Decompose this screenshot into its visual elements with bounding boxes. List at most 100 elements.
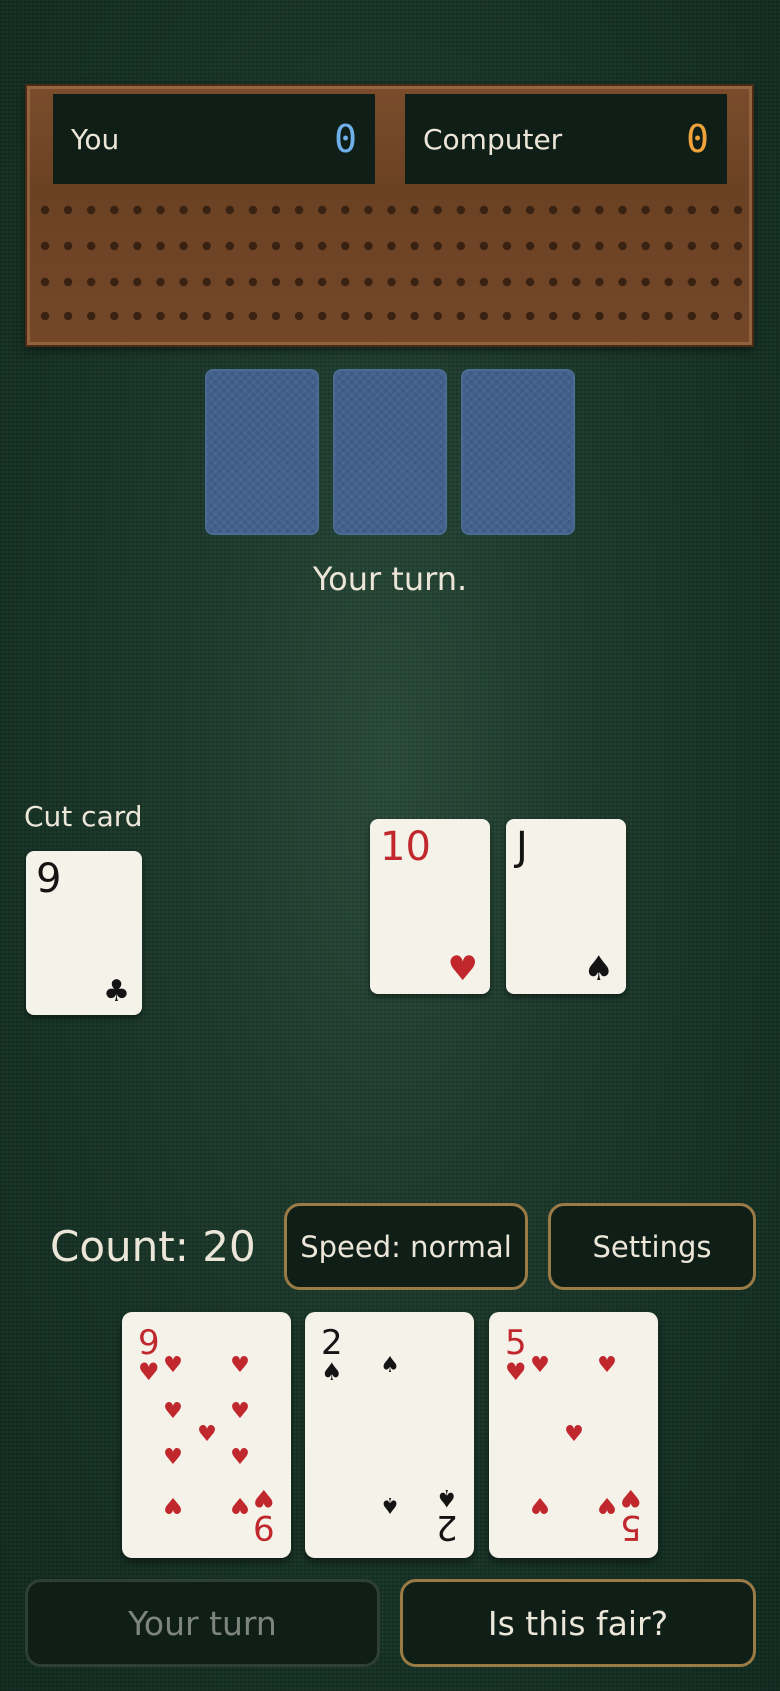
spade-icon: ♠ bbox=[321, 1358, 343, 1386]
peg-hole bbox=[410, 205, 419, 215]
card-rank: 2 bbox=[436, 1507, 458, 1547]
heart-icon: ♥ bbox=[230, 1399, 250, 1424]
peg-hole bbox=[710, 311, 720, 321]
peg-hole bbox=[110, 205, 119, 215]
hand-card-9-hearts[interactable]: 9 ♥ ♥ ♥ ♥ ♥ ♥ ♥ ♥ ♥ ♥ ♥ 9 bbox=[122, 1312, 291, 1558]
settings-button[interactable]: Settings bbox=[548, 1203, 756, 1290]
peg-hole bbox=[572, 241, 581, 251]
card-rank: 5 bbox=[620, 1507, 642, 1547]
peg-hole bbox=[733, 311, 743, 321]
heart-icon: ♥ bbox=[163, 1399, 183, 1424]
peg-hole bbox=[202, 241, 211, 251]
peg-hole bbox=[595, 241, 604, 251]
peg-hole bbox=[572, 205, 581, 215]
peg-hole bbox=[40, 241, 50, 251]
hand-card-2-spades[interactable]: 2 ♠ ♠ ♠ ♠ 2 bbox=[305, 1312, 474, 1558]
peg-hole bbox=[202, 277, 211, 287]
peg-hole bbox=[294, 241, 304, 251]
peg-hole bbox=[433, 311, 442, 321]
card-rank: 9 bbox=[253, 1507, 275, 1547]
peg-hole bbox=[63, 311, 73, 321]
heart-icon: ♥ bbox=[447, 949, 478, 989]
peg-hole bbox=[618, 277, 627, 287]
peg-hole bbox=[410, 241, 419, 251]
peg-hole bbox=[502, 205, 512, 215]
peg-hole bbox=[63, 277, 73, 287]
peg-hole bbox=[549, 311, 558, 321]
pegging-count: Count: 20 bbox=[50, 1222, 256, 1271]
peg-hole bbox=[525, 241, 535, 251]
peg-hole bbox=[525, 205, 535, 215]
heart-icon: ♥ bbox=[230, 1353, 250, 1378]
peg-hole bbox=[595, 311, 604, 321]
cribbage-board: You 0 Computer 0 bbox=[25, 84, 754, 347]
heart-icon: ♥ bbox=[597, 1353, 617, 1378]
peg-hole bbox=[63, 205, 73, 215]
peg-hole bbox=[179, 241, 188, 251]
peg-hole bbox=[318, 311, 327, 321]
cut-card-rank: 9 bbox=[36, 856, 62, 902]
peg-hole bbox=[387, 205, 396, 215]
peg-hole bbox=[271, 241, 281, 251]
peg-holes bbox=[40, 205, 743, 321]
peg-hole bbox=[87, 311, 96, 321]
spade-icon: ♠ bbox=[380, 1353, 400, 1378]
peg-hole bbox=[248, 205, 258, 215]
peg-hole bbox=[271, 277, 281, 287]
computer-card-back bbox=[333, 369, 447, 535]
peg-hole bbox=[156, 311, 165, 321]
peg-hole bbox=[641, 277, 650, 287]
peg-hole bbox=[479, 277, 489, 287]
peg-hole bbox=[641, 311, 650, 321]
peg-hole bbox=[618, 241, 627, 251]
peg-hole bbox=[87, 241, 96, 251]
peg-hole bbox=[664, 205, 673, 215]
peg-hole bbox=[733, 205, 743, 215]
heart-icon: ♥ bbox=[163, 1445, 183, 1470]
peg-hole bbox=[133, 277, 142, 287]
peg-hole bbox=[387, 311, 396, 321]
peg-hole bbox=[664, 277, 673, 287]
peg-hole bbox=[710, 277, 720, 287]
peg-hole bbox=[179, 277, 188, 287]
card-rank: 5 bbox=[505, 1323, 527, 1363]
peg-hole bbox=[456, 241, 465, 251]
peg-hole bbox=[479, 205, 489, 215]
peg-hole bbox=[433, 205, 442, 215]
computer-card-back bbox=[461, 369, 575, 535]
peg-hole bbox=[225, 205, 234, 215]
peg-hole bbox=[133, 205, 142, 215]
card-rank: 2 bbox=[321, 1323, 343, 1363]
peg-hole bbox=[87, 277, 96, 287]
is-this-fair-button[interactable]: Is this fair? bbox=[400, 1579, 756, 1667]
peg-hole bbox=[40, 205, 50, 215]
peg-hole bbox=[364, 241, 373, 251]
peg-hole bbox=[364, 311, 373, 321]
status-message: Your turn. bbox=[312, 560, 468, 598]
peg-hole bbox=[364, 277, 373, 287]
peg-hole bbox=[318, 205, 327, 215]
peg-hole bbox=[710, 241, 720, 251]
peg-hole bbox=[641, 241, 650, 251]
played-card: J ♠ bbox=[506, 819, 626, 994]
peg-hole bbox=[687, 277, 696, 287]
peg-hole bbox=[271, 205, 281, 215]
peg-hole bbox=[341, 241, 350, 251]
peg-hole bbox=[387, 241, 396, 251]
peg-hole bbox=[156, 205, 165, 215]
peg-hole bbox=[110, 311, 119, 321]
peg-hole bbox=[433, 241, 442, 251]
peg-hole bbox=[294, 277, 304, 287]
cut-card-label: Cut card bbox=[24, 800, 143, 833]
peg-hole bbox=[479, 241, 489, 251]
peg-hole bbox=[110, 277, 119, 287]
computer-card-back bbox=[205, 369, 319, 535]
peg-hole bbox=[618, 205, 627, 215]
speed-button[interactable]: Speed: normal bbox=[284, 1203, 528, 1290]
your-turn-button[interactable]: Your turn bbox=[25, 1579, 380, 1667]
peg-hole bbox=[63, 241, 73, 251]
hand-card-5-hearts[interactable]: 5 ♥ ♥ ♥ ♥ ♥ ♥ ♥ 5 bbox=[489, 1312, 658, 1558]
peg-hole bbox=[525, 311, 535, 321]
peg-hole bbox=[341, 205, 350, 215]
peg-hole bbox=[133, 241, 142, 251]
